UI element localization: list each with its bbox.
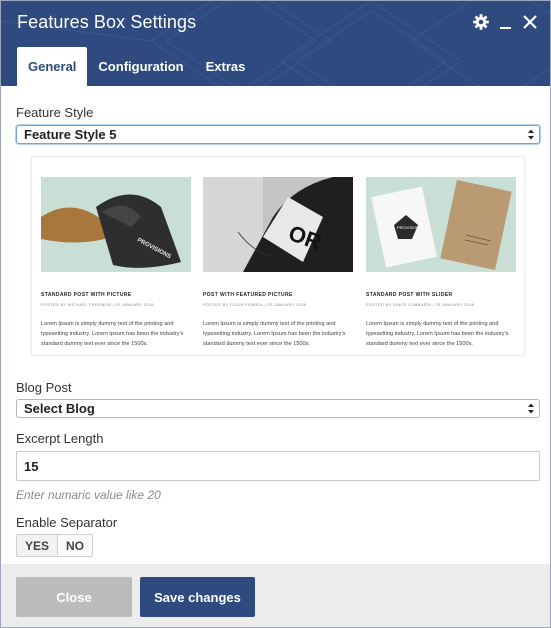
- excerpt-length-hint: Enter numaric value like 20: [16, 488, 161, 502]
- minimize-icon[interactable]: [497, 13, 515, 31]
- separator-toggle: YES NO: [16, 534, 94, 557]
- separator-yes-option[interactable]: YES: [17, 535, 58, 556]
- blog-post-value: Select Blog: [24, 401, 95, 416]
- enable-separator-label: Enable Separator: [16, 515, 118, 530]
- post-excerpt: Lorem Ipsum is simply dummy text of the …: [41, 321, 184, 347]
- post-image-text: PROVISIONS: [397, 225, 422, 230]
- post-excerpt: Lorem Ipsum is simply dummy text of the …: [203, 321, 346, 347]
- post-title: STANDARD POST WITH SLIDER: [366, 292, 453, 298]
- blog-post-select[interactable]: Select Blog: [16, 399, 540, 418]
- save-changes-button[interactable]: Save changes: [140, 577, 255, 617]
- feature-style-preview: PROVISIONS STANDARD POST WITH PICTURE PO…: [31, 156, 525, 356]
- feature-style-select[interactable]: Feature Style 5: [16, 125, 540, 144]
- gear-icon[interactable]: [472, 13, 490, 31]
- blog-post-label: Blog Post: [16, 380, 72, 395]
- post-image: OR: [203, 177, 353, 272]
- post-meta: POSTED BY MICHAEL FREEMON | 03 JANUARY 2…: [41, 302, 154, 307]
- tab-extras[interactable]: Extras: [195, 47, 257, 86]
- tab-general[interactable]: General: [17, 47, 88, 86]
- close-icon[interactable]: [521, 13, 539, 31]
- select-arrows-icon: [528, 403, 534, 414]
- tab-bar: General Configuration Extras: [17, 47, 256, 86]
- dialog-title: Features Box Settings: [17, 12, 197, 32]
- excerpt-length-label: Excerpt Length: [16, 431, 104, 446]
- post-image: PROVISIONS: [366, 177, 516, 272]
- tab-configuration[interactable]: Configuration: [87, 47, 194, 86]
- post-title: POST WITH FEATURED PICTURE: [203, 292, 293, 298]
- post-meta: POSTED BY VINCE LOMBARDI | 03 JANUARY 20…: [366, 302, 475, 307]
- feature-style-value: Feature Style 5: [24, 127, 117, 142]
- features-box-settings-dialog: Features Box Settings General Configurat…: [0, 0, 551, 628]
- close-button[interactable]: Close: [16, 577, 132, 617]
- post-title: STANDARD POST WITH PICTURE: [41, 292, 132, 298]
- select-arrows-icon: [528, 129, 534, 140]
- feature-style-label: Feature Style: [16, 105, 94, 120]
- post-meta: POSTED BY COLIN POWELL | 03 JANUARY 2016: [203, 302, 307, 307]
- preview-post: OR POST WITH FEATURED PICTURE POSTED BY …: [203, 177, 353, 349]
- excerpt-length-input[interactable]: 15: [16, 451, 540, 481]
- dialog-header: Features Box Settings General Configurat…: [1, 1, 550, 86]
- post-image: PROVISIONS: [41, 177, 191, 272]
- dialog-footer: Close Save changes: [1, 564, 550, 627]
- preview-post: PROVISIONS STANDARD POST WITH PICTURE PO…: [41, 177, 191, 349]
- preview-post: PROVISIONS STANDARD POST WITH SLIDER POS…: [366, 177, 516, 349]
- separator-no-option[interactable]: NO: [57, 535, 93, 556]
- post-excerpt: Lorem Ipsum is simply dummy text of the …: [366, 321, 509, 347]
